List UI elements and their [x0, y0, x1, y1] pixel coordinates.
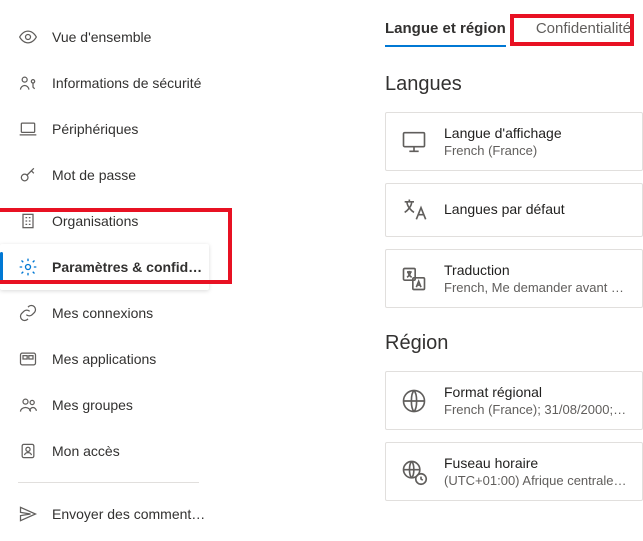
- card-text: Traduction French, Me demander avant de …: [444, 262, 628, 295]
- link-icon: [18, 303, 38, 323]
- sidebar-item-label: Mes connexions: [52, 305, 153, 321]
- card-title: Langues par défaut: [444, 201, 628, 217]
- sidebar-item-access[interactable]: Mon accès: [0, 428, 215, 474]
- sidebar-item-label: Mot de passe: [52, 167, 136, 183]
- sidebar-item-label: Vue d'ensemble: [52, 29, 151, 45]
- card-translation[interactable]: Traduction French, Me demander avant de …: [385, 249, 643, 308]
- translate-icon: [400, 196, 428, 224]
- badge-icon: [18, 441, 38, 461]
- eye-icon: [18, 27, 38, 47]
- people-icon: [18, 395, 38, 415]
- card-title: Traduction: [444, 262, 628, 278]
- section-title-region: Région: [385, 332, 643, 355]
- card-title: Fuseau horaire: [444, 455, 628, 471]
- sidebar-item-label: Envoyer des comment…: [52, 506, 205, 522]
- sidebar-item-overview[interactable]: Vue d'ensemble: [0, 14, 215, 60]
- globe-icon: [400, 387, 428, 415]
- card-subtitle: French (France): [444, 143, 628, 158]
- globe-clock-icon: [400, 458, 428, 486]
- card-timezone[interactable]: Fuseau horaire (UTC+01:00) Afrique centr…: [385, 442, 643, 501]
- sidebar-item-label: Organisations: [52, 213, 138, 229]
- translation-icon: [400, 265, 428, 293]
- card-text: Fuseau horaire (UTC+01:00) Afrique centr…: [444, 455, 628, 488]
- card-title: Format régional: [444, 384, 628, 400]
- key-icon: [18, 165, 38, 185]
- sidebar-item-security-info[interactable]: Informations de sécurité: [0, 60, 215, 106]
- send-icon: [18, 504, 38, 524]
- sidebar-item-connections[interactable]: Mes connexions: [0, 290, 215, 336]
- tabs: Langue et région Confidentialité: [385, 16, 643, 47]
- sidebar-item-label: Périphériques: [52, 121, 138, 137]
- sidebar-item-label: Informations de sécurité: [52, 75, 201, 91]
- tab-language-region[interactable]: Langue et région: [385, 16, 506, 47]
- sidebar-item-settings-privacy[interactable]: Paramètres & confide…: [0, 244, 209, 290]
- sidebar-item-feedback[interactable]: Envoyer des comment…: [0, 491, 215, 537]
- section-title-languages: Langues: [385, 73, 643, 96]
- card-subtitle: (UTC+01:00) Afrique centrale - Oue: [444, 473, 628, 488]
- gear-icon: [18, 257, 38, 277]
- sidebar-item-label: Mes applications: [52, 351, 156, 367]
- sidebar-item-apps[interactable]: Mes applications: [0, 336, 215, 382]
- card-text: Langues par défaut: [444, 201, 628, 219]
- card-title: Langue d'affichage: [444, 125, 628, 141]
- sidebar-item-organizations[interactable]: Organisations: [0, 198, 215, 244]
- main-content: Langue et région Confidentialité Langues…: [215, 0, 643, 541]
- apps-icon: [18, 349, 38, 369]
- sidebar-item-label: Mon accès: [52, 443, 120, 459]
- card-subtitle: French, Me demander avant de tra: [444, 280, 628, 295]
- sidebar-item-devices[interactable]: Périphériques: [0, 106, 215, 152]
- card-display-language[interactable]: Langue d'affichage French (France): [385, 112, 643, 171]
- building-icon: [18, 211, 38, 231]
- laptop-icon: [18, 119, 38, 139]
- tab-privacy[interactable]: Confidentialité: [536, 16, 631, 47]
- sidebar-item-label: Paramètres & confide…: [52, 259, 209, 275]
- card-default-languages[interactable]: Langues par défaut: [385, 183, 643, 237]
- monitor-icon: [400, 128, 428, 156]
- sidebar-item-groups[interactable]: Mes groupes: [0, 382, 215, 428]
- sidebar: Vue d'ensemble Informations de sécurité …: [0, 0, 215, 541]
- sidebar-divider: [18, 482, 199, 483]
- key-person-icon: [18, 73, 38, 93]
- card-subtitle: French (France); 31/08/2000; 01:0: [444, 402, 628, 417]
- sidebar-item-label: Mes groupes: [52, 397, 133, 413]
- card-text: Format régional French (France); 31/08/2…: [444, 384, 628, 417]
- card-text: Langue d'affichage French (France): [444, 125, 628, 158]
- sidebar-item-password[interactable]: Mot de passe: [0, 152, 215, 198]
- card-regional-format[interactable]: Format régional French (France); 31/08/2…: [385, 371, 643, 430]
